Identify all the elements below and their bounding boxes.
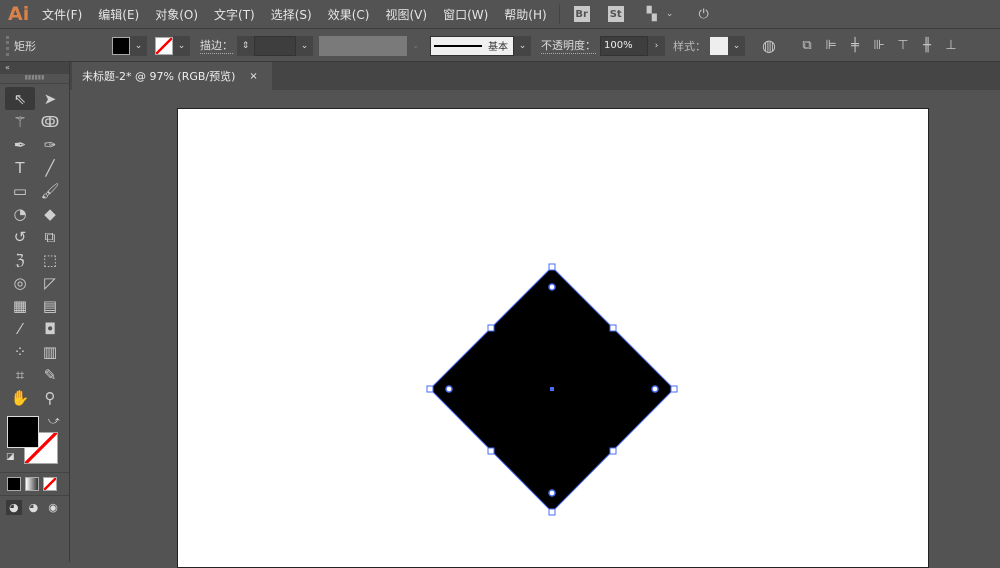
shape-builder-tool-icon[interactable]: ◎ [5,271,35,294]
workspace-layout-icon[interactable]: ▚ [642,4,662,24]
swap-colors-icon[interactable]: ⤻ [48,414,60,428]
align-top-icon[interactable]: ⊤ [893,36,913,56]
divider [558,4,560,24]
lasso-tool-icon[interactable]: ↂ [35,110,65,133]
brush-definition[interactable]: 基本 [430,35,514,56]
stroke-swatch[interactable] [155,36,173,55]
transform-icon[interactable]: ⧉ [797,36,817,56]
symbol-sprayer-tool-icon[interactable]: ⁘ [5,340,35,363]
stroke-dropdown[interactable]: ⌄ [173,35,190,56]
align-bottom-icon[interactable]: ⊥ [941,36,961,56]
center-point [550,387,554,391]
align-vertical-center-icon[interactable]: ╫ [917,36,937,56]
column-graph-tool-icon[interactable]: ▥ [35,340,65,363]
shaper-tool-icon[interactable]: ◔ [5,202,35,225]
rectangle-tool-icon[interactable]: ▭ [5,179,35,202]
fill-color-box[interactable] [7,416,39,448]
menu-view[interactable]: 视图(V) [385,6,427,23]
menu-bar: Ai 文件(F) 编辑(E) 对象(O) 文字(T) 选择(S) 效果(C) 视… [0,0,1000,29]
artwork-layer [426,263,678,516]
stroke-label[interactable]: 描边： [200,37,233,54]
document-tab-bar: 未标题-2* @ 97% (RGB/预览) × [70,62,1000,90]
bridge-icon[interactable]: Br [573,6,590,22]
menu-window[interactable]: 窗口(W) [443,6,488,23]
opacity-arrow[interactable]: › [648,35,665,56]
menu-object[interactable]: 对象(O) [155,6,198,23]
recolor-artwork-icon[interactable]: ◍ [759,36,779,56]
tools-panel: « ▮▮▮▮▮▮ ⇖ ➤ ⚚ ↂ ✒ ✑ T ╱ ▭ 🖌 ◔ ◆ ↺ ⧉ ℨ ⬚… [0,62,70,562]
default-colors-icon[interactable]: ◪ [6,452,15,462]
selection-tool-icon[interactable]: ⇖ [5,87,35,110]
color-mode-row [0,472,69,495]
none-mode-icon[interactable] [43,477,57,491]
menu-help[interactable]: 帮助(H) [504,6,546,23]
document-tab-title: 未标题-2* @ 97% (RGB/预览) [82,70,236,83]
control-bar: 矩形 ⌄ ⌄ 描边： ⇕ ⌄ ⌄ 基本 ⌄ 不透明度： 100% › 样式： ⌄… [0,30,1000,62]
stroke-weight-dropdown[interactable]: ⌄ [296,35,313,56]
stroke-weight-input[interactable] [254,35,296,56]
variable-width-profile[interactable] [319,35,407,56]
scale-tool-icon[interactable]: ⧉ [35,225,65,248]
style-label: 样式： [673,39,706,53]
object-type-label: 矩形 [14,39,36,53]
perspective-grid-tool-icon[interactable]: ◸ [35,271,65,294]
draw-mode-row: ◕ ◕ ◉ [0,495,69,519]
curvature-tool-icon[interactable]: ✑ [35,133,65,156]
draw-inside-icon[interactable]: ◉ [45,500,61,515]
document-tab[interactable]: 未标题-2* @ 97% (RGB/预览) × [72,62,272,90]
magic-wand-tool-icon[interactable]: ⚚ [5,110,35,133]
gradient-tool-icon[interactable]: ▤ [35,294,65,317]
color-mode-icon[interactable] [7,477,21,491]
zoom-tool-icon[interactable]: ⚲ [35,386,65,409]
sync-power-icon[interactable]: ⏻ [694,4,714,24]
mesh-tool-icon[interactable]: ▦ [5,294,35,317]
fill-dropdown[interactable]: ⌄ [130,35,147,56]
fill-stroke-widget: ⤻ ◪ [0,414,69,472]
line-segment-tool-icon[interactable]: ╱ [35,156,65,179]
fill-swatch[interactable] [112,36,130,55]
eyedropper-tool-icon[interactable]: ⁄ [5,317,35,340]
eraser-tool-icon[interactable]: ◆ [35,202,65,225]
align-right-icon[interactable]: ⊪ [869,36,889,56]
slice-tool-icon[interactable]: ✎ [35,363,65,386]
app-logo: Ai [8,3,30,25]
grip-handle[interactable] [6,35,14,56]
artboard-tool-icon[interactable]: ⌗ [5,363,35,386]
variable-width-dropdown: ⌄ [407,35,424,56]
menu-select[interactable]: 选择(S) [271,6,312,23]
stroke-line-preview [434,44,482,47]
canvas-area[interactable] [70,90,1000,568]
type-tool-icon[interactable]: T [5,156,35,179]
direct-selection-tool-icon[interactable]: ➤ [35,87,65,110]
paintbrush-tool-icon[interactable]: 🖌 [35,179,65,202]
menu-file[interactable]: 文件(F) [42,6,82,23]
align-left-icon[interactable]: ⊫ [821,36,841,56]
collapse-toolbar-button[interactable]: « [0,62,69,74]
hand-tool-icon[interactable]: ✋ [5,386,35,409]
graphic-style-swatch[interactable] [710,36,728,55]
gradient-mode-icon[interactable] [25,477,39,491]
panel-grip[interactable]: ▮▮▮▮▮▮ [0,74,69,84]
stock-icon[interactable]: St [607,6,624,22]
menu-type[interactable]: 文字(T) [214,6,255,23]
opacity-input[interactable]: 100% [600,35,648,56]
blend-tool-icon[interactable]: ◘ [35,317,65,340]
draw-behind-icon[interactable]: ◕ [26,500,42,515]
free-transform-tool-icon[interactable]: ⬚ [35,248,65,271]
draw-normal-icon[interactable]: ◕ [6,500,22,515]
rotate-tool-icon[interactable]: ↺ [5,225,35,248]
opacity-label[interactable]: 不透明度： [541,37,596,54]
brush-dropdown[interactable]: ⌄ [514,35,531,56]
align-horizontal-center-icon[interactable]: ╪ [845,36,865,56]
menu-effect[interactable]: 效果(C) [328,6,370,23]
warp-tool-icon[interactable]: ℨ [5,248,35,271]
close-tab-icon[interactable]: × [249,71,257,82]
stroke-weight-stepper[interactable]: ⇕ [237,35,254,56]
pen-tool-icon[interactable]: ✒ [5,133,35,156]
menu-edit[interactable]: 编辑(E) [98,6,139,23]
style-dropdown[interactable]: ⌄ [728,35,745,56]
brush-label: 基本 [488,42,508,53]
chevron-down-icon[interactable]: ⌄ [660,4,680,24]
